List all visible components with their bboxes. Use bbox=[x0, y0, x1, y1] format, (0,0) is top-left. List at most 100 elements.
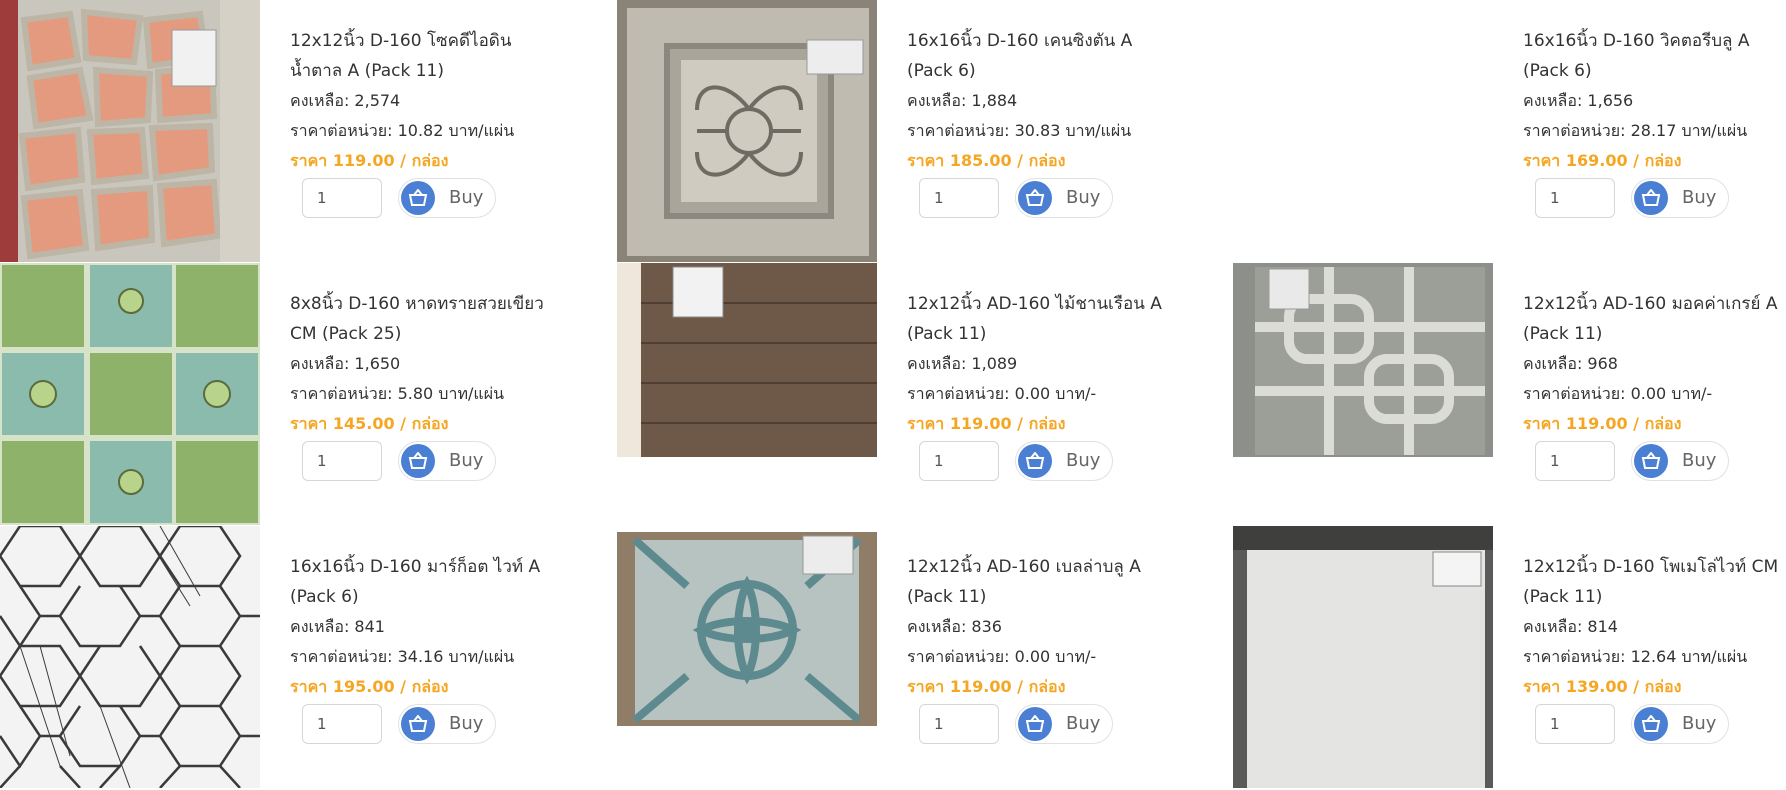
product-unit-price: ราคาต่อหน่วย: 0.00 บาท/- bbox=[907, 384, 1097, 403]
buy-row: Buy bbox=[290, 178, 560, 222]
product-unit-price: ราคาต่อหน่วย: 30.83 บาท/แผ่น bbox=[907, 121, 1132, 140]
product-info: 12x12นิ้ว D-160 โซคดีไอดิน น้ำตาล A (Pac… bbox=[290, 26, 560, 222]
product-unit-price: ราคาต่อหน่วย: 34.16 บาท/แผ่น bbox=[290, 647, 515, 666]
buy-button[interactable]: Buy bbox=[398, 178, 496, 218]
product-card: 12x12นิ้ว D-160 โพเมโล่ไวท์ CM (Pack 11)… bbox=[1233, 526, 1786, 788]
quantity-input[interactable] bbox=[1535, 178, 1615, 218]
buy-button[interactable]: Buy bbox=[1631, 441, 1729, 481]
product-title[interactable]: 16x16นิ้ว D-160 เคนซิงตัน A (Pack 6) bbox=[907, 26, 1177, 86]
buy-label: Buy bbox=[1682, 713, 1717, 734]
product-image[interactable] bbox=[1233, 263, 1493, 525]
product-price: ราคา 195.00 / กล่อง bbox=[290, 677, 449, 696]
product-stock: คงเหลือ: 814 bbox=[1523, 617, 1618, 636]
quantity-input[interactable] bbox=[919, 704, 999, 744]
shopping-basket-icon bbox=[1634, 444, 1668, 478]
product-title[interactable]: 16x16นิ้ว D-160 วิคตอรีบลู A (Pack 6) bbox=[1523, 26, 1786, 86]
buy-button[interactable]: Buy bbox=[398, 441, 496, 481]
product-price: ราคา 119.00 / กล่อง bbox=[907, 414, 1066, 433]
quantity-input[interactable] bbox=[302, 178, 382, 218]
product-card: 16x16นิ้ว D-160 มาร์ก็อต ไวท์ A (Pack 6)… bbox=[0, 526, 595, 788]
product-title[interactable]: 12x12นิ้ว AD-160 มอคค่าเกรย์ A (Pack 11) bbox=[1523, 289, 1786, 349]
shopping-basket-icon bbox=[401, 707, 435, 741]
product-price: ราคา 169.00 / กล่อง bbox=[1523, 151, 1682, 170]
buy-label: Buy bbox=[1066, 450, 1101, 471]
buy-button[interactable]: Buy bbox=[1015, 178, 1113, 218]
buy-row: Buy bbox=[290, 704, 560, 748]
product-price: ราคา 119.00 / กล่อง bbox=[907, 677, 1066, 696]
buy-button[interactable]: Buy bbox=[1015, 441, 1113, 481]
buy-button[interactable]: Buy bbox=[1631, 704, 1729, 744]
quantity-input[interactable] bbox=[302, 441, 382, 481]
product-title[interactable]: 16x16นิ้ว D-160 มาร์ก็อต ไวท์ A (Pack 6) bbox=[290, 552, 560, 612]
product-card: 12x12นิ้ว AD-160 เบลล่าบลู A (Pack 11) ค… bbox=[617, 526, 1212, 788]
buy-row: Buy bbox=[907, 704, 1177, 748]
product-image[interactable] bbox=[617, 263, 877, 525]
quantity-input[interactable] bbox=[1535, 441, 1615, 481]
product-image[interactable] bbox=[0, 526, 260, 788]
product-title[interactable]: 12x12นิ้ว AD-160 ไม้ชานเรือน A (Pack 11) bbox=[907, 289, 1177, 349]
product-stock: คงเหลือ: 1,656 bbox=[1523, 91, 1634, 110]
product-image[interactable] bbox=[617, 526, 877, 788]
quantity-input[interactable] bbox=[919, 441, 999, 481]
buy-label: Buy bbox=[449, 713, 484, 734]
quantity-input[interactable] bbox=[302, 704, 382, 744]
product-info: 12x12นิ้ว AD-160 เบลล่าบลู A (Pack 11) ค… bbox=[907, 552, 1177, 748]
product-info: 16x16นิ้ว D-160 วิคตอรีบลู A (Pack 6) คง… bbox=[1523, 26, 1786, 222]
buy-button[interactable]: Buy bbox=[398, 704, 496, 744]
buy-label: Buy bbox=[1682, 187, 1717, 208]
product-image[interactable] bbox=[0, 0, 260, 262]
product-unit-price: ราคาต่อหน่วย: 5.80 บาท/แผ่น bbox=[290, 384, 504, 403]
product-title[interactable]: 12x12นิ้ว D-160 โพเมโล่ไวท์ CM (Pack 11) bbox=[1523, 552, 1786, 612]
product-image[interactable] bbox=[1233, 526, 1493, 788]
buy-row: Buy bbox=[1523, 178, 1786, 222]
buy-button[interactable]: Buy bbox=[1015, 704, 1113, 744]
buy-row: Buy bbox=[907, 178, 1177, 222]
product-price: ราคา 145.00 / กล่อง bbox=[290, 414, 449, 433]
buy-label: Buy bbox=[1066, 187, 1101, 208]
product-card: 8x8นิ้ว D-160 หาดทรายสวยเขียว CM (Pack 2… bbox=[0, 263, 595, 525]
product-price: ราคา 119.00 / กล่อง bbox=[1523, 414, 1682, 433]
product-stock: คงเหลือ: 841 bbox=[290, 617, 385, 636]
buy-label: Buy bbox=[449, 450, 484, 471]
product-image[interactable] bbox=[617, 0, 877, 262]
product-title[interactable]: 8x8นิ้ว D-160 หาดทรายสวยเขียว CM (Pack 2… bbox=[290, 289, 560, 349]
shopping-basket-icon bbox=[1018, 444, 1052, 478]
product-title[interactable]: 12x12นิ้ว D-160 โซคดีไอดิน น้ำตาล A (Pac… bbox=[290, 26, 560, 86]
shopping-basket-icon bbox=[1018, 181, 1052, 215]
product-stock: คงเหลือ: 1,650 bbox=[290, 354, 401, 373]
product-card: 16x16นิ้ว D-160 วิคตอรีบลู A (Pack 6) คง… bbox=[1233, 0, 1786, 262]
product-price: ราคา 139.00 / กล่อง bbox=[1523, 677, 1682, 696]
product-unit-price: ราคาต่อหน่วย: 28.17 บาท/แผ่น bbox=[1523, 121, 1748, 140]
shopping-basket-icon bbox=[1018, 707, 1052, 741]
product-card: 16x16นิ้ว D-160 เคนซิงตัน A (Pack 6) คงเ… bbox=[617, 0, 1212, 262]
shopping-basket-icon bbox=[401, 444, 435, 478]
product-unit-price: ราคาต่อหน่วย: 0.00 บาท/- bbox=[1523, 384, 1713, 403]
buy-button[interactable]: Buy bbox=[1631, 178, 1729, 218]
product-info: 8x8นิ้ว D-160 หาดทรายสวยเขียว CM (Pack 2… bbox=[290, 289, 560, 485]
product-unit-price: ราคาต่อหน่วย: 12.64 บาท/แผ่น bbox=[1523, 647, 1748, 666]
product-card: 12x12นิ้ว D-160 โซคดีไอดิน น้ำตาล A (Pac… bbox=[0, 0, 595, 262]
buy-label: Buy bbox=[1066, 713, 1101, 734]
product-info: 12x12นิ้ว D-160 โพเมโล่ไวท์ CM (Pack 11)… bbox=[1523, 552, 1786, 748]
product-price: ราคา 119.00 / กล่อง bbox=[290, 151, 449, 170]
buy-row: Buy bbox=[1523, 704, 1786, 748]
shopping-basket-icon bbox=[1634, 707, 1668, 741]
product-image[interactable] bbox=[0, 263, 260, 525]
product-title[interactable]: 12x12นิ้ว AD-160 เบลล่าบลู A (Pack 11) bbox=[907, 552, 1177, 612]
quantity-input[interactable] bbox=[1535, 704, 1615, 744]
product-stock: คงเหลือ: 1,884 bbox=[907, 91, 1018, 110]
buy-label: Buy bbox=[1682, 450, 1717, 471]
product-stock: คงเหลือ: 836 bbox=[907, 617, 1002, 636]
product-stock: คงเหลือ: 968 bbox=[1523, 354, 1618, 373]
product-card: 12x12นิ้ว AD-160 มอคค่าเกรย์ A (Pack 11)… bbox=[1233, 263, 1786, 525]
quantity-input[interactable] bbox=[919, 178, 999, 218]
shopping-basket-icon bbox=[1634, 181, 1668, 215]
product-image-placeholder bbox=[1233, 0, 1493, 262]
product-price: ราคา 185.00 / กล่อง bbox=[907, 151, 1066, 170]
product-info: 12x12นิ้ว AD-160 ไม้ชานเรือน A (Pack 11)… bbox=[907, 289, 1177, 485]
product-info: 12x12นิ้ว AD-160 มอคค่าเกรย์ A (Pack 11)… bbox=[1523, 289, 1786, 485]
product-unit-price: ราคาต่อหน่วย: 0.00 บาท/- bbox=[907, 647, 1097, 666]
buy-row: Buy bbox=[907, 441, 1177, 485]
product-stock: คงเหลือ: 1,089 bbox=[907, 354, 1018, 373]
product-info: 16x16นิ้ว D-160 เคนซิงตัน A (Pack 6) คงเ… bbox=[907, 26, 1177, 222]
